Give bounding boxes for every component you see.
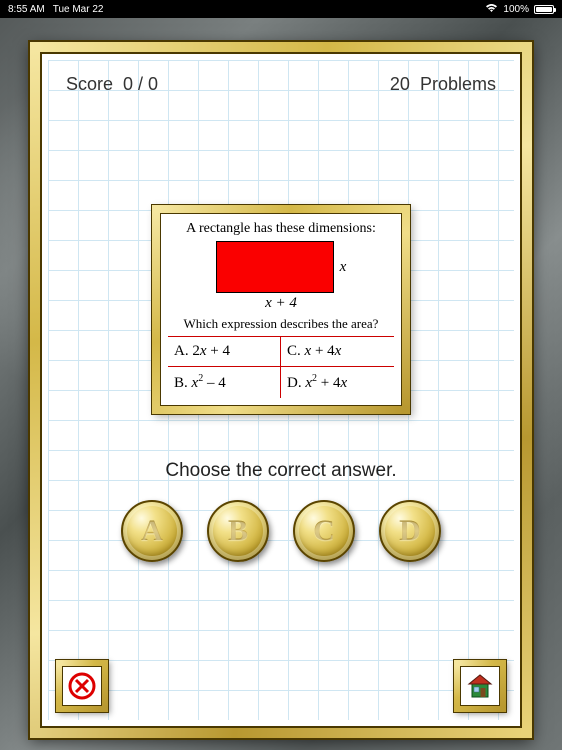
answer-grid: A. 2x + 4 C. x + 4x B. x2 – 4 D. x2 + 4x bbox=[168, 336, 394, 398]
battery-icon bbox=[534, 5, 554, 14]
problems-display: 20 Problems bbox=[390, 74, 496, 95]
dimension-bottom: x + 4 bbox=[265, 295, 297, 312]
graph-paper-area: Score 0 / 0 20 Problems A rectangle has … bbox=[48, 60, 514, 720]
choice-a: A. 2x + 4 bbox=[168, 337, 281, 367]
status-date: Tue Mar 22 bbox=[53, 4, 104, 15]
answer-button-c[interactable]: C bbox=[293, 500, 355, 562]
close-button[interactable] bbox=[56, 660, 108, 712]
home-button[interactable] bbox=[454, 660, 506, 712]
score-value: 0 / 0 bbox=[123, 74, 158, 94]
choice-b: B. x2 – 4 bbox=[168, 367, 281, 398]
choice-d: D. x2 + 4x bbox=[281, 367, 394, 398]
problem-text-2: Which expression describes the area? bbox=[168, 316, 394, 332]
wifi-icon bbox=[485, 3, 498, 16]
instruction-text: Choose the correct answer. bbox=[48, 460, 514, 482]
answer-button-a[interactable]: A bbox=[121, 500, 183, 562]
home-icon bbox=[466, 672, 494, 700]
header-row: Score 0 / 0 20 Problems bbox=[48, 60, 514, 95]
answer-button-b[interactable]: B bbox=[207, 500, 269, 562]
score-display: Score 0 / 0 bbox=[66, 74, 158, 95]
status-time: 8:55 AM bbox=[8, 4, 45, 15]
dimension-side: x bbox=[340, 259, 347, 276]
battery-percent: 100% bbox=[503, 4, 529, 15]
red-rectangle bbox=[216, 241, 334, 293]
problem-card: A rectangle has these dimensions: x x + … bbox=[152, 205, 410, 414]
main-frame: Score 0 / 0 20 Problems A rectangle has … bbox=[30, 42, 532, 738]
problems-label: Problems bbox=[420, 74, 496, 94]
status-bar: 8:55 AM Tue Mar 22 100% bbox=[0, 0, 562, 18]
choice-c: C. x + 4x bbox=[281, 337, 394, 367]
close-icon bbox=[67, 671, 97, 701]
problem-text-1: A rectangle has these dimensions: bbox=[168, 221, 394, 237]
rectangle-diagram: x x + 4 bbox=[168, 241, 394, 312]
score-label: Score bbox=[66, 74, 113, 94]
answer-button-row: A B C D bbox=[48, 500, 514, 562]
answer-button-d[interactable]: D bbox=[379, 500, 441, 562]
problems-count: 20 bbox=[390, 74, 410, 94]
